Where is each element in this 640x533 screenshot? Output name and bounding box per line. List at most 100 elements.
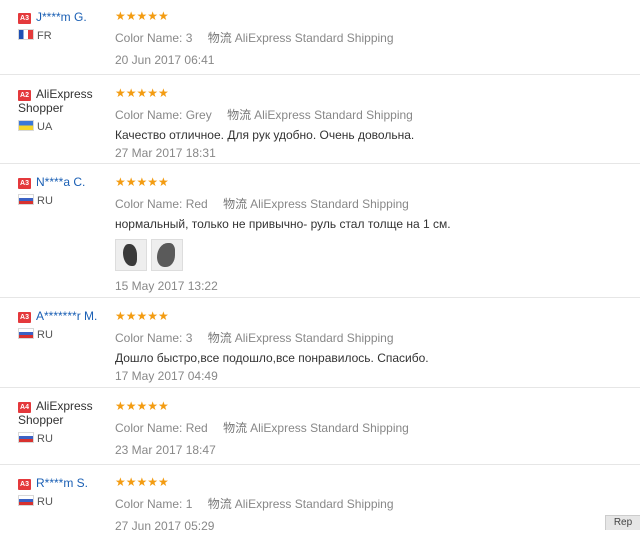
color-name-value: Red <box>185 197 208 211</box>
color-name-value: 1 <box>185 497 193 511</box>
reviewer-name[interactable]: R****m S. <box>36 476 88 490</box>
shipping-method: AliExpress Standard Shipping <box>250 197 409 211</box>
star-rating: ★★★★★ <box>115 399 169 413</box>
reviewer-name[interactable]: A*******r M. <box>36 309 97 323</box>
fr-flag-icon <box>18 29 34 40</box>
logistics-icon: 物流 <box>227 108 252 122</box>
color-name-label: Color Name: <box>115 108 183 122</box>
buyer-level-badge: A3 <box>18 479 31 490</box>
logistics-icon: 物流 <box>207 497 232 511</box>
review-item: A3 R****m S. RU ★★★★★ Color Name: 1 物流 Ali… <box>0 464 640 533</box>
order-info: Color Name: Red 物流 AliExpress Standard Sh… <box>115 197 635 211</box>
reviewer-country: FR <box>18 29 110 43</box>
reviewer-name[interactable]: J****m G. <box>36 10 87 24</box>
logistics-icon: 物流 <box>207 331 232 345</box>
star-rating: ★★★★★ <box>115 86 169 100</box>
logistics-icon: 物流 <box>223 197 248 211</box>
reviewer-country: RU <box>18 495 110 509</box>
country-code: UA <box>37 121 53 133</box>
reviewer-info: A3 A*******r M. RU <box>18 309 110 342</box>
star-rating: ★★★★★ <box>115 9 169 23</box>
ru-flag-icon <box>18 194 34 205</box>
order-info: Color Name: Grey 物流 AliExpress Standard S… <box>115 108 635 122</box>
shipping-method: AliExpress Standard Shipping <box>250 421 409 435</box>
order-info: Color Name: 1 物流 AliExpress Standard Ship… <box>115 497 635 511</box>
review-photos <box>115 239 635 271</box>
color-name-label: Color Name: <box>115 331 183 345</box>
country-code: RU <box>37 195 53 207</box>
reviewer-info: A4 AliExpress Shopper RU <box>18 399 110 446</box>
ua-flag-icon <box>18 120 34 131</box>
reviewer-name-link[interactable]: A3 N****a C. <box>18 175 110 189</box>
shipping-method: AliExpress Standard Shipping <box>234 331 394 345</box>
review-content: ★★★★★ Color Name: Red 物流 AliExpress Stand… <box>115 176 635 293</box>
color-name-value: 3 <box>185 31 193 45</box>
reviewer-name-link[interactable]: A3 J****m G. <box>18 10 110 24</box>
reviewer-info: A3 R****m S. RU <box>18 476 110 509</box>
color-name-value: 3 <box>185 331 193 345</box>
review-item: A3 J****m G. FR ★★★★★ Color Name: 3 物流 Ali… <box>0 0 640 75</box>
reviewer-country: RU <box>18 328 110 342</box>
review-date: 17 May 2017 04:49 <box>115 369 218 383</box>
shipping-method: AliExpress Standard Shipping <box>254 108 413 122</box>
star-rating: ★★★★★ <box>115 309 169 323</box>
ru-flag-icon <box>18 495 34 506</box>
reviewer-info: A3 J****m G. FR <box>18 10 110 43</box>
color-name-label: Color Name: <box>115 497 183 511</box>
reviewer-name-link[interactable]: A3 A*******r M. <box>18 309 110 323</box>
buyer-level-badge: A2 <box>18 90 31 101</box>
reviewer-country: RU <box>18 432 110 446</box>
color-name-label: Color Name: <box>115 421 183 435</box>
color-name-label: Color Name: <box>115 31 183 45</box>
review-text: нормальный, только не привычно- руль ста… <box>115 217 451 231</box>
buyer-level-badge: A3 <box>18 312 31 323</box>
photo-subject <box>157 243 175 267</box>
review-date: 27 Jun 2017 05:29 <box>115 519 215 533</box>
review-content: ★★★★★ Color Name: Grey 物流 AliExpress Stan… <box>115 86 635 161</box>
review-item: A4 AliExpress Shopper RU ★★★★★ Color Name… <box>0 387 640 465</box>
buyer-level-badge: A4 <box>18 402 31 413</box>
review-date: 27 Mar 2017 18:31 <box>115 146 216 160</box>
order-info: Color Name: 3 物流 AliExpress Standard Ship… <box>115 331 635 345</box>
color-name-value: Red <box>185 421 208 435</box>
review-date: 20 Jun 2017 06:41 <box>115 53 215 67</box>
color-name-value: Grey <box>185 108 212 122</box>
reviewer-name-link[interactable]: A2 AliExpress Shopper <box>18 87 110 115</box>
country-code: RU <box>37 496 53 508</box>
logistics-icon: 物流 <box>223 421 248 435</box>
photo-subject <box>123 244 137 266</box>
review-date: 15 May 2017 13:22 <box>115 279 218 293</box>
reviewer-info: A3 N****a C. RU <box>18 175 110 208</box>
buyer-level-badge: A3 <box>18 13 31 24</box>
reviewer-name-link[interactable]: A3 R****m S. <box>18 476 110 490</box>
review-content: ★★★★★ Color Name: 3 物流 AliExpress Standar… <box>115 309 635 384</box>
reviewer-info: A2 AliExpress Shopper UA <box>18 87 110 134</box>
buyer-level-badge: A3 <box>18 178 31 189</box>
reviewer-country: UA <box>18 120 110 134</box>
color-name-label: Color Name: <box>115 197 183 211</box>
country-code: RU <box>37 433 53 445</box>
shipping-method: AliExpress Standard Shipping <box>234 31 394 45</box>
report-button[interactable]: Rep <box>605 515 640 530</box>
review-content: ★★★★★ Color Name: 1 物流 AliExpress Standar… <box>115 476 635 533</box>
country-code: FR <box>37 30 52 42</box>
review-text: Дошло быстро,все подошло,все понравилось… <box>115 351 429 365</box>
reviewer-name[interactable]: N****a C. <box>36 175 85 189</box>
order-info: Color Name: Red 物流 AliExpress Standard Sh… <box>115 421 635 435</box>
country-code: RU <box>37 329 53 341</box>
star-rating: ★★★★★ <box>115 475 169 489</box>
star-rating: ★★★★★ <box>115 175 169 189</box>
review-text: Качество отличное. Для рук удобно. Очень… <box>115 128 415 142</box>
review-photo-thumbnail[interactable] <box>151 239 183 271</box>
reviewer-country: RU <box>18 194 110 208</box>
reviewer-name-link[interactable]: A4 AliExpress Shopper <box>18 399 110 427</box>
ru-flag-icon <box>18 328 34 339</box>
logistics-icon: 物流 <box>207 31 232 45</box>
review-content: ★★★★★ Color Name: Red 物流 AliExpress Stand… <box>115 399 635 458</box>
review-photo-thumbnail[interactable] <box>115 239 147 271</box>
review-item: A3 N****a C. RU ★★★★★ Color Name: Red 物流 A… <box>0 163 640 298</box>
review-item: A2 AliExpress Shopper UA ★★★★★ Color Name… <box>0 74 640 164</box>
order-info: Color Name: 3 物流 AliExpress Standard Ship… <box>115 31 635 45</box>
review-date: 23 Mar 2017 18:47 <box>115 443 216 457</box>
review-content: ★★★★★ Color Name: 3 物流 AliExpress Standar… <box>115 9 635 68</box>
